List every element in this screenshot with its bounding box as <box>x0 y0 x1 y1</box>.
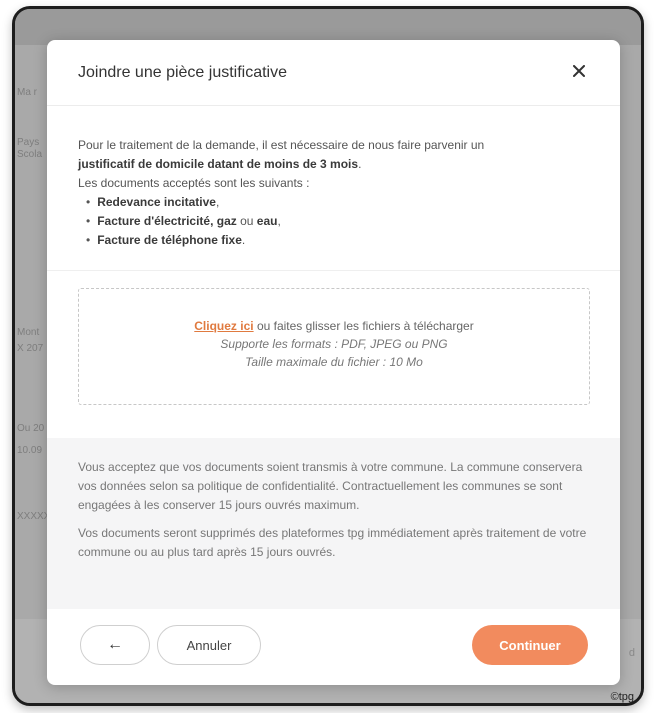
image-credit: ©tpg <box>610 691 634 703</box>
notice-paragraph: Vous acceptez que vos documents soient t… <box>78 460 583 512</box>
instructions-emphasis: justificatif de domicile datant de moins… <box>78 157 359 171</box>
close-button[interactable] <box>568 60 590 82</box>
accepted-documents-list: Redevance incitative,Facture d'électrici… <box>86 193 598 250</box>
dropzone-prompt: Cliquez ici ou faites glisser les fichie… <box>79 317 589 335</box>
accepted-document-item: Redevance incitative, <box>86 193 598 212</box>
dialog-footer: ← Annuler Continuer <box>47 609 620 685</box>
document-type: Redevance incitative <box>97 195 216 209</box>
background-fragment: Ou 20 <box>17 423 45 434</box>
separator-text: , <box>277 214 281 228</box>
close-icon <box>573 65 585 77</box>
instructions-line: Pour le traitement de la demande, il est… <box>78 138 485 152</box>
background-fragment: Pays <box>17 137 40 148</box>
attachment-dialog: Joindre une pièce justificative Pour le … <box>47 40 620 685</box>
notice-paragraph: Vos documents seront supprimés des plate… <box>78 526 587 559</box>
background-fragment: 10.09 <box>17 445 43 456</box>
background-fragment: X 207 <box>17 343 44 354</box>
background-fragment: Ma r <box>17 87 37 98</box>
separator-text: , <box>215 195 220 209</box>
document-type: Facture d'électricité, gaz <box>97 214 237 228</box>
cancel-button[interactable]: Annuler <box>157 625 261 665</box>
separator-text: ou <box>236 214 257 228</box>
background-fragment: Scola <box>17 149 43 160</box>
accepted-document-item: Facture d'électricité, gaz ou eau, <box>86 212 598 231</box>
dropzone-text: ou faites glisser les fichiers à télécha… <box>253 319 474 333</box>
browse-files-link[interactable]: Cliquez ici <box>194 319 253 333</box>
instructions: Pour le traitement de la demande, il est… <box>78 136 598 250</box>
document-type: eau <box>256 214 278 228</box>
background-fragment: Mont <box>17 327 40 338</box>
continue-button[interactable]: Continuer <box>472 625 588 665</box>
accepted-document-item: Facture de téléphone fixe. <box>86 231 598 250</box>
separator-text: . <box>241 233 246 247</box>
back-button[interactable]: ← <box>80 625 150 665</box>
punctuation: . <box>358 157 362 171</box>
supported-formats: Supporte les formats : PDF, JPEG ou PNG <box>220 337 448 351</box>
background-fragment: XXXXX <box>17 511 51 522</box>
file-dropzone[interactable]: Cliquez ici ou faites glisser les fichie… <box>78 288 590 405</box>
background-fragment: d <box>628 647 635 659</box>
arrow-left-icon: ← <box>107 636 123 653</box>
instructions-line: Les documents acceptés sont les suivants… <box>78 176 310 190</box>
document-type: Facture de téléphone fixe <box>97 233 242 247</box>
divider <box>47 270 620 271</box>
max-file-size: Taille maximale du fichier : 10 Mo <box>245 355 423 369</box>
dialog-header: Joindre une pièce justificative <box>47 40 620 106</box>
dialog-title: Joindre une pièce justificative <box>78 64 288 81</box>
privacy-notice: Vous acceptez que vos documents soient t… <box>47 438 620 609</box>
instructions-line: justificatif de domicile datant de moins… <box>78 155 598 174</box>
